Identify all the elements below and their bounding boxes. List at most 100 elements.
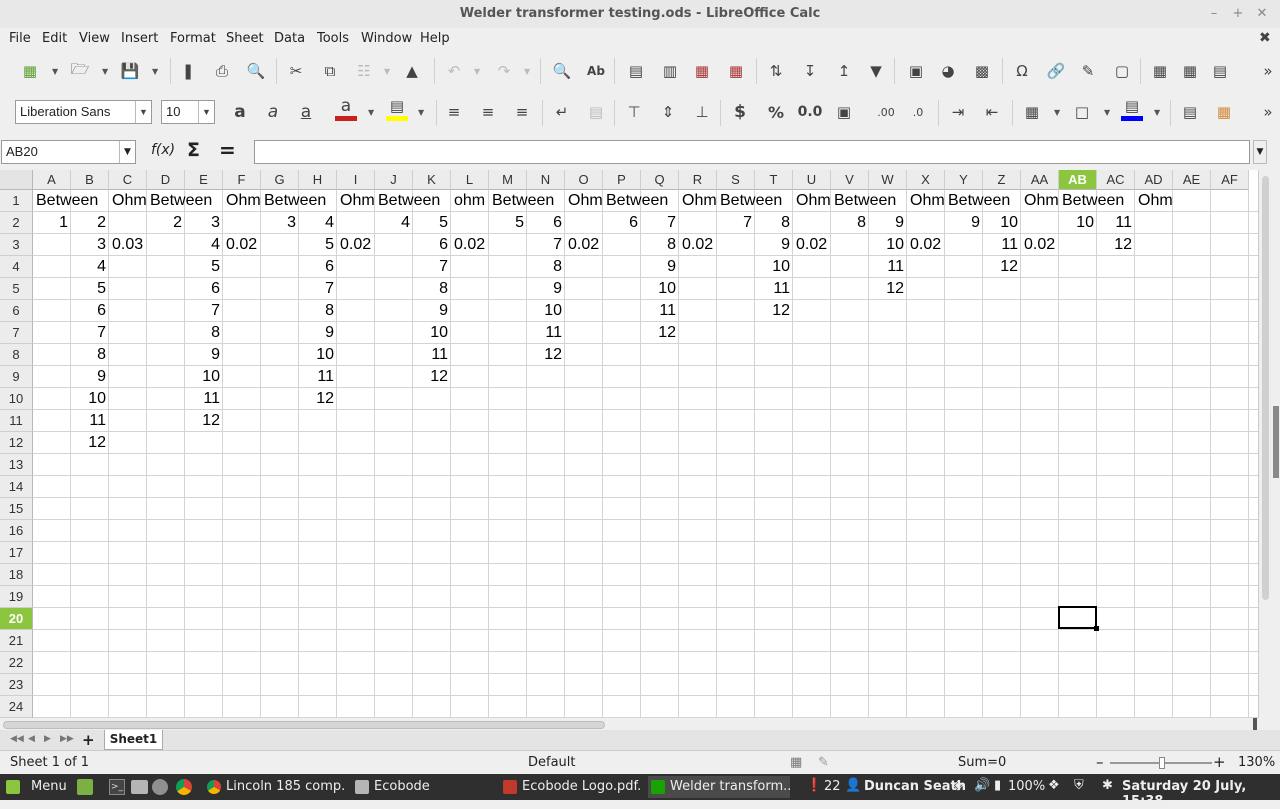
clock[interactable]: Saturday 20 July, 15:38 (1122, 779, 1280, 809)
chrome-icon[interactable] (176, 779, 192, 795)
minimize-icon[interactable]: – (1206, 6, 1222, 22)
cell-n4[interactable]: 8 (527, 256, 565, 278)
spreadsheet-grid[interactable]: A B C D E F G H I J K L M N O P Q R S T U V W X Y Z AA AB AC AD AE AF 1… (0, 170, 1258, 718)
font-color-icon[interactable]: a (334, 98, 358, 122)
cut-icon[interactable]: ✂ (284, 59, 308, 83)
delete-decimal-icon[interactable]: .0 (904, 100, 932, 124)
wrap-text-icon[interactable]: ↵ (550, 100, 574, 124)
export-pdf-icon[interactable]: ❚ (176, 59, 200, 83)
save-icon[interactable]: 💾 (118, 59, 142, 83)
show-desktop-icon[interactable] (77, 779, 93, 795)
toolbar-overflow-icon[interactable]: » (1258, 100, 1278, 124)
vertical-scroll-thumb[interactable] (1262, 176, 1269, 600)
menu-help[interactable]: Help (420, 30, 450, 48)
settings-icon[interactable] (152, 779, 168, 795)
cell-u3[interactable]: 0.02 (793, 234, 830, 256)
comment-icon[interactable]: ✎ (1076, 59, 1100, 83)
redo-icon[interactable]: ↷ (492, 59, 516, 83)
cell-n7[interactable]: 11 (527, 322, 565, 344)
cell-e5[interactable]: 6 (185, 278, 223, 300)
cell-b12[interactable]: 12 (71, 432, 109, 454)
close-document-icon[interactable]: ✖ (1259, 30, 1271, 46)
cell-n3[interactable]: 7 (527, 234, 565, 256)
cell-e9[interactable]: 10 (185, 366, 223, 388)
merge-cells-icon[interactable]: ▤ (584, 100, 608, 124)
wifi-icon[interactable]: ◈ (953, 778, 963, 793)
cell-h10[interactable]: 12 (299, 388, 337, 410)
increase-indent-icon[interactable]: ⇥ (946, 100, 970, 124)
cell-q7[interactable]: 12 (641, 322, 679, 344)
cell-q3[interactable]: 8 (641, 234, 679, 256)
zoom-level[interactable]: 130% (1238, 755, 1275, 770)
copy-icon[interactable]: ⧉ (318, 59, 342, 83)
selection-mode-icon[interactable]: ▦ (790, 755, 802, 770)
splitter-handle[interactable] (1273, 406, 1279, 478)
print-icon[interactable]: ⎙ (210, 59, 234, 83)
files-icon[interactable] (131, 780, 148, 794)
border-style-dropdown-icon[interactable]: ▼ (1104, 100, 1112, 124)
chevron-down-icon[interactable]: ▼ (198, 101, 214, 123)
print-preview-icon[interactable]: 🔍 (244, 59, 268, 83)
font-color-dropdown-icon[interactable]: ▼ (368, 100, 376, 124)
user-name[interactable]: Duncan Seath (864, 779, 966, 794)
close-window-icon[interactable]: ✕ (1254, 6, 1270, 22)
cell-ad1[interactable]: Ohm (1135, 190, 1176, 212)
define-print-area-icon[interactable]: ▦ (1148, 59, 1172, 83)
cell-j2[interactable]: 4 (375, 212, 413, 234)
cell-b6[interactable]: 6 (71, 300, 109, 322)
cell-t6[interactable]: 12 (755, 300, 793, 322)
name-box[interactable]: AB20 ▼ (1, 140, 136, 164)
undo-dropdown-icon[interactable]: ▼ (474, 59, 482, 83)
special-character-icon[interactable]: Ω (1010, 59, 1034, 83)
cell-b10[interactable]: 10 (71, 388, 109, 410)
cell-k5[interactable]: 8 (413, 278, 451, 300)
cell-g1[interactable]: Between (261, 190, 329, 212)
zoom-out-icon[interactable]: – (1096, 753, 1104, 771)
menu-data[interactable]: Data (274, 30, 305, 48)
cell-u1[interactable]: Ohm (793, 190, 834, 212)
cell-h8[interactable]: 10 (299, 344, 337, 366)
cell-v2[interactable]: 8 (831, 212, 869, 234)
cell-h3[interactable]: 5 (299, 234, 337, 256)
cell-k4[interactable]: 7 (413, 256, 451, 278)
shield-icon[interactable]: ⛨ (1074, 778, 1084, 793)
open-folder-icon[interactable]: 🗁 (68, 59, 92, 83)
cell-f3[interactable]: 0.02 (223, 234, 260, 256)
cell-e8[interactable]: 9 (185, 344, 223, 366)
cell-h4[interactable]: 6 (299, 256, 337, 278)
cell-b9[interactable]: 9 (71, 366, 109, 388)
cell-e7[interactable]: 8 (185, 322, 223, 344)
cell-n5[interactable]: 9 (527, 278, 565, 300)
cell-t3[interactable]: 9 (755, 234, 793, 256)
cell-g2[interactable]: 3 (261, 212, 299, 234)
menu-window[interactable]: Window (361, 30, 412, 48)
cell-w4[interactable]: 11 (869, 256, 907, 278)
maximize-icon[interactable]: + (1230, 6, 1246, 22)
next-sheet-icon[interactable]: ▶ (44, 734, 51, 744)
sheet-tab-sheet1[interactable]: Sheet1 (104, 730, 163, 750)
styles-icon[interactable]: ▦ (1212, 100, 1236, 124)
percent-format-icon[interactable]: % (764, 100, 788, 124)
paste-icon[interactable]: ☷ (352, 59, 376, 83)
terminal-icon[interactable]: >_ (109, 779, 125, 795)
cell-l1[interactable]: ohm (451, 190, 488, 212)
sort-descending-icon[interactable]: ↥ (832, 59, 856, 83)
cell-d1[interactable]: Between (147, 190, 215, 212)
decrease-indent-icon[interactable]: ⇤ (980, 100, 1004, 124)
cell-e3[interactable]: 4 (185, 234, 223, 256)
cell-b8[interactable]: 8 (71, 344, 109, 366)
cell-k7[interactable]: 10 (413, 322, 451, 344)
underline-icon[interactable]: a (294, 100, 318, 124)
highlight-dropdown-icon[interactable]: ▼ (418, 100, 426, 124)
freeze-rows-icon[interactable]: ▦ (1178, 59, 1202, 83)
align-center-icon[interactable]: ≡ (476, 100, 500, 124)
cell-n2[interactable]: 6 (527, 212, 565, 234)
italic-icon[interactable]: a (261, 100, 285, 124)
bluetooth-icon[interactable]: ✱ (1102, 778, 1113, 793)
cell-ac2[interactable]: 11 (1097, 212, 1135, 234)
add-decimal-icon[interactable]: .00 (872, 100, 900, 124)
cell-a1[interactable]: Between (33, 190, 101, 212)
delete-rows-icon[interactable]: ▦ (724, 59, 748, 83)
cell-c3[interactable]: 0.03 (109, 234, 146, 256)
last-sheet-icon[interactable]: ▶▶ (60, 734, 74, 744)
